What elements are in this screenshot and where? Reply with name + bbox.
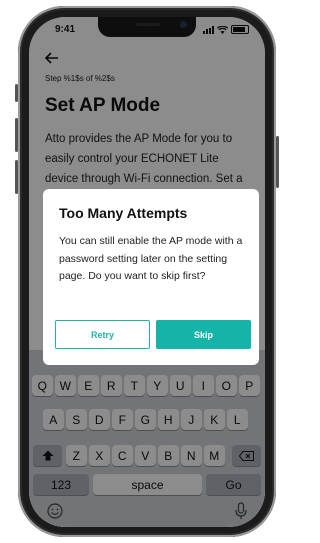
dialog-title: Too Many Attempts	[59, 205, 188, 221]
power-button	[276, 136, 279, 188]
dialog-message: You can still enable the AP mode with a …	[59, 235, 243, 282]
too-many-attempts-dialog: Too Many Attempts You can still enable t…	[43, 189, 259, 365]
phone-screen: 9:41 Step %1$s of %2$s Set AP Mode Atto …	[29, 17, 265, 527]
volume-up-button	[15, 118, 18, 152]
retry-button[interactable]: Retry	[55, 320, 150, 349]
volume-down-button	[15, 160, 18, 194]
mute-switch	[15, 84, 18, 102]
skip-button[interactable]: Skip	[156, 320, 251, 349]
